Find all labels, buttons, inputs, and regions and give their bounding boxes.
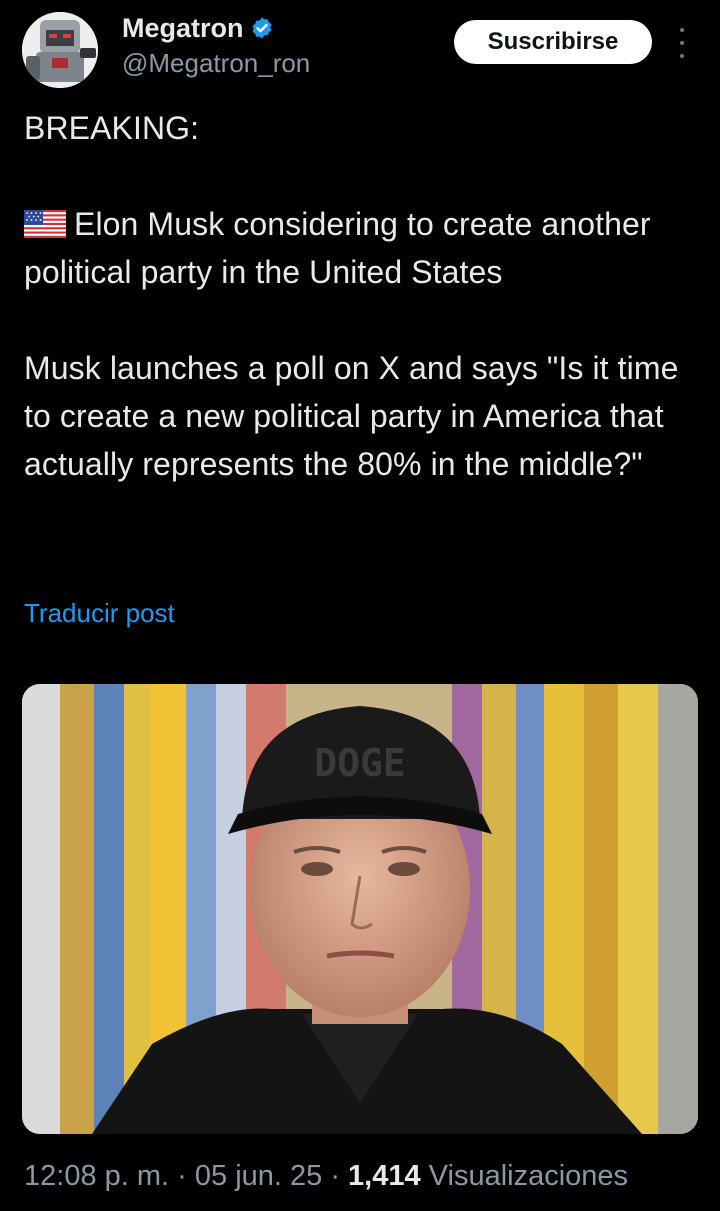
meta-separator: · (322, 1160, 349, 1192)
verified-badge-icon (252, 17, 271, 39)
post-header: Megatron @Megatron_ron Suscribirse (0, 0, 720, 100)
author-name-row[interactable]: Megatron (122, 12, 310, 44)
post-line-breaking: BREAKING: (24, 110, 200, 146)
views-count[interactable]: 1,414 (348, 1160, 421, 1192)
translate-post-link[interactable]: Traducir post (24, 598, 175, 629)
views-label: Visualizaciones (420, 1160, 629, 1192)
us-flag-icon (24, 210, 66, 238)
post-meta: 12:08 p. m. · 05 jun. 25 · 1,414 Visuali… (24, 1160, 628, 1193)
post-paragraph-2-text: Elon Musk considering to create another … (24, 206, 651, 290)
subscribe-button[interactable]: Suscribirse (454, 20, 652, 64)
vertical-ellipsis-icon[interactable] (672, 28, 692, 58)
post-paragraph-3: Musk launches a poll on X and says "Is i… (24, 350, 679, 482)
post-image[interactable]: DOGE (22, 684, 698, 1134)
post-date[interactable]: 05 jun. 25 (195, 1160, 322, 1192)
post-time[interactable]: 12:08 p. m. (24, 1160, 169, 1192)
meta-separator: · (169, 1160, 195, 1192)
cap-text: DOGE (314, 741, 406, 785)
author-info: Megatron @Megatron_ron (122, 12, 310, 80)
elon-musk-photo: DOGE (22, 684, 698, 1134)
author-handle[interactable]: @Megatron_ron (122, 46, 310, 80)
megatron-avatar-icon (22, 12, 98, 88)
post-paragraph-2: Elon Musk considering to create another … (24, 200, 704, 296)
author-display-name[interactable]: Megatron (122, 12, 244, 44)
post-text: BREAKING: Elon Musk considering to creat… (24, 104, 704, 488)
author-avatar[interactable] (22, 12, 98, 88)
